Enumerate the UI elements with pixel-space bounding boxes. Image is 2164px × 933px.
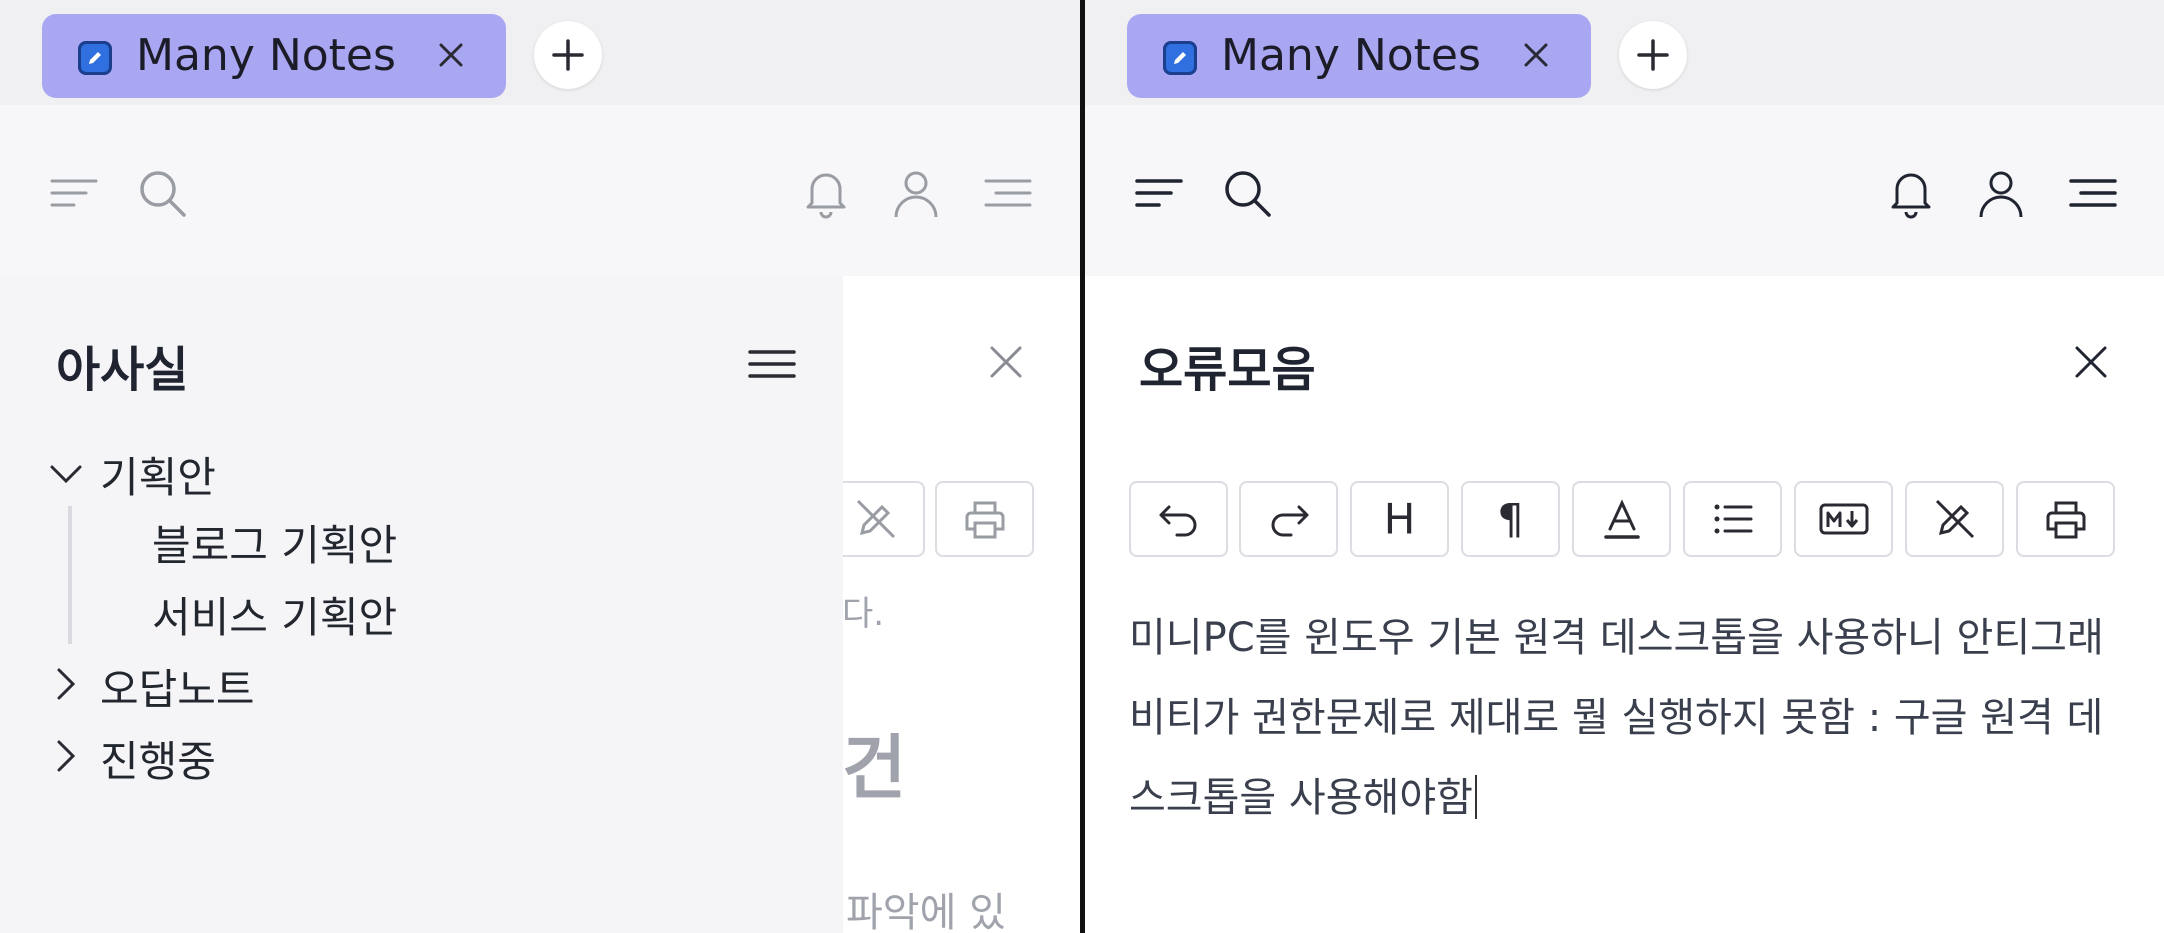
text-color-icon xyxy=(1603,499,1640,539)
bg-text-fragment: 다. xyxy=(842,594,885,634)
text-cursor xyxy=(1474,775,1477,819)
left-pane: Many Notes 다. 건 파악에 있 아사실 기획안 블로그 기획안 서비… xyxy=(0,0,1080,933)
edit-off-icon xyxy=(1935,499,1974,539)
tab-many-notes[interactable]: Many Notes xyxy=(42,14,506,98)
tab-title: Many Notes xyxy=(1221,30,1481,81)
markdown-icon xyxy=(1819,503,1868,535)
redo-icon xyxy=(1271,505,1308,537)
list-button[interactable] xyxy=(1683,481,1782,557)
heading-icon: H xyxy=(1383,494,1416,544)
chevron-down-icon[interactable] xyxy=(48,456,84,492)
tree-indent-line xyxy=(68,506,72,644)
document-editor[interactable]: 미니PC를 윈도우 기본 원격 데스크톱을 사용하니 안티그래비티가 권한문제로… xyxy=(1129,598,2129,838)
text-color-button[interactable] xyxy=(1572,481,1671,557)
search-icon[interactable] xyxy=(134,165,190,221)
tree-item-folder[interactable]: 오답노트 xyxy=(100,656,255,717)
list-icon xyxy=(1714,504,1752,534)
sidebar-toggle-icon[interactable] xyxy=(1131,165,1187,221)
menu-icon[interactable] xyxy=(980,165,1036,221)
tree-item-folder[interactable]: 기획안 xyxy=(100,444,216,505)
top-toolbar xyxy=(1085,105,2164,276)
heading-button[interactable]: H xyxy=(1350,481,1449,557)
print-icon xyxy=(2046,501,2085,539)
close-tab-icon[interactable] xyxy=(432,36,470,74)
paragraph-button[interactable]: ¶ xyxy=(1461,481,1560,557)
print-icon xyxy=(965,501,1004,539)
top-toolbar xyxy=(0,105,1080,276)
user-icon[interactable] xyxy=(888,165,944,221)
menu-icon[interactable] xyxy=(2065,165,2121,221)
chevron-right-icon[interactable] xyxy=(48,738,84,774)
sidebar: 아사실 기획안 블로그 기획안 서비스 기획안 오답노트 진행중 xyxy=(0,276,843,933)
tree-item-note[interactable]: 블로그 기획안 xyxy=(152,512,397,573)
close-document-icon[interactable] xyxy=(984,340,1028,384)
bell-icon[interactable] xyxy=(798,165,854,221)
bell-icon[interactable] xyxy=(1883,165,1939,221)
note-app-icon xyxy=(78,41,112,75)
edit-off-icon xyxy=(856,499,895,539)
bg-text-fragment: 파악에 있 xyxy=(846,890,1006,933)
note-app-icon xyxy=(1163,41,1197,75)
plus-icon xyxy=(1637,39,1669,71)
redo-button[interactable] xyxy=(1239,481,1338,557)
print-button[interactable] xyxy=(2016,481,2115,557)
tree-item-folder[interactable]: 진행중 xyxy=(100,728,216,789)
sidebar-menu-icon[interactable] xyxy=(744,336,800,392)
new-tab-button[interactable] xyxy=(1619,21,1687,89)
tab-bar: Many Notes xyxy=(1085,0,2164,105)
sidebar-title: 아사실 xyxy=(56,342,189,398)
paragraph-icon: ¶ xyxy=(1497,494,1524,544)
tab-title: Many Notes xyxy=(136,30,396,81)
search-icon[interactable] xyxy=(1219,165,1275,221)
tree-item-note[interactable]: 서비스 기획안 xyxy=(152,584,397,645)
tab-bar: Many Notes xyxy=(0,0,1080,105)
document-area: 오류모음 H ¶ 미니PC를 윈도우 기본 원격 데스크톱을 사용하니 안티그래… xyxy=(1085,276,2164,933)
print-button[interactable] xyxy=(935,481,1034,557)
close-document-icon[interactable] xyxy=(2069,340,2113,384)
close-tab-icon[interactable] xyxy=(1517,36,1555,74)
sidebar-toggle-icon[interactable] xyxy=(46,165,102,221)
document-title: 오류모음 xyxy=(1139,342,1316,398)
undo-button[interactable] xyxy=(1129,481,1228,557)
edit-off-button[interactable] xyxy=(1905,481,2004,557)
markdown-button[interactable] xyxy=(1794,481,1893,557)
bg-heading-fragment: 건 xyxy=(842,727,907,809)
undo-icon xyxy=(1159,505,1196,537)
tab-many-notes[interactable]: Many Notes xyxy=(1127,14,1591,98)
new-tab-button[interactable] xyxy=(534,21,602,89)
user-icon[interactable] xyxy=(1973,165,2029,221)
plus-icon xyxy=(552,39,584,71)
document-content: 미니PC를 윈도우 기본 원격 데스크톱을 사용하니 안티그래비티가 권한문제로… xyxy=(1129,615,2104,821)
chevron-right-icon[interactable] xyxy=(48,666,84,702)
right-pane: Many Notes 오류모음 H ¶ 미니PC를 윈도우 기본 원격 데스크톱… xyxy=(1085,0,2164,933)
